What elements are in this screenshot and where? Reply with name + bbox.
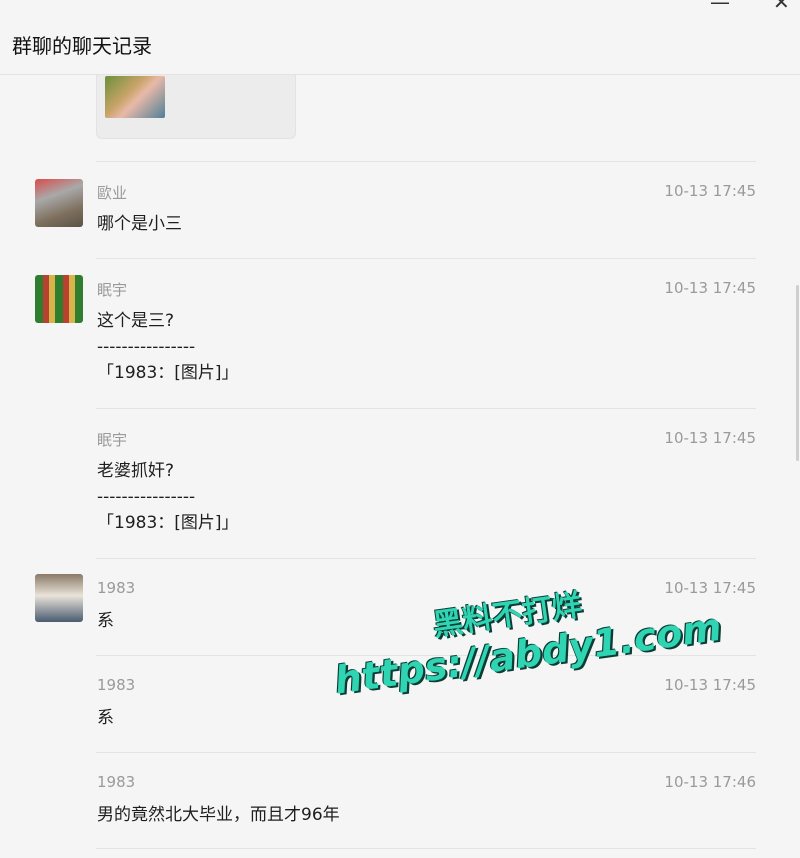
divider: [96, 558, 756, 559]
message-time: 10-13 17:46: [664, 773, 756, 791]
divider: [96, 408, 756, 409]
divider: [96, 848, 756, 849]
divider: [96, 655, 756, 656]
image-message-card[interactable]: [96, 75, 296, 139]
message-time: 10-13 17:45: [664, 676, 756, 694]
message-text: 哪个是小三: [97, 214, 182, 234]
message-time: 10-13 17:45: [664, 182, 756, 200]
avatar[interactable]: [35, 179, 83, 227]
sender-name: 眠宇: [97, 281, 128, 299]
message-text: 系: [97, 611, 114, 631]
divider: [96, 752, 756, 753]
chat-history: 歐业 10-13 17:45 哪个是小三 眠宇 10-13 17:45 这个是三…: [0, 75, 800, 858]
sender-name: 歐业: [97, 184, 128, 202]
title-bar: 群聊的聊天记录 — ✕: [0, 0, 800, 75]
divider: [96, 161, 756, 162]
message-text: 系: [97, 708, 114, 728]
message-text: 男的竟然北大毕业，而且才96年: [97, 805, 340, 825]
divider: [96, 258, 756, 259]
message-time: 10-13 17:45: [664, 579, 756, 597]
sender-name: 1983: [97, 579, 136, 597]
scrollbar[interactable]: [796, 285, 799, 461]
sender-name: 眠宇: [97, 431, 128, 449]
avatar[interactable]: [35, 574, 83, 622]
message-text: 老婆抓奸? ---------------- 「1983：[图片]」: [97, 461, 239, 533]
message-text: 这个是三? ---------------- 「1983：[图片]」: [97, 311, 239, 383]
sender-name: 1983: [97, 773, 136, 791]
close-button[interactable]: ✕: [773, 0, 790, 14]
message-time: 10-13 17:45: [664, 429, 756, 447]
image-thumbnail[interactable]: [105, 76, 165, 118]
message-time: 10-13 17:45: [664, 279, 756, 297]
sender-name: 1983: [97, 676, 136, 694]
avatar[interactable]: [35, 275, 83, 323]
minimize-button[interactable]: —: [710, 0, 730, 14]
window-title: 群聊的聊天记录: [12, 34, 152, 58]
